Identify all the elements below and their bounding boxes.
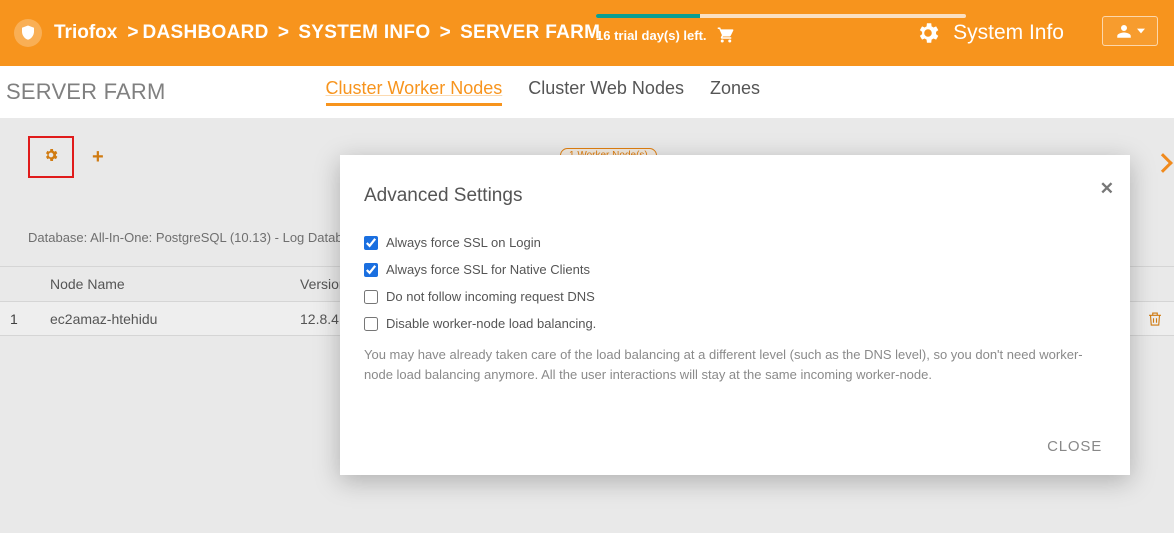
user-icon (1115, 22, 1133, 40)
chevron-down-icon (1137, 27, 1145, 35)
checkbox-no-follow-dns[interactable] (364, 290, 378, 304)
option-label: Do not follow incoming request DNS (386, 289, 595, 304)
option-label: Disable worker-node load balancing. (386, 316, 596, 331)
breadcrumb-sep: > (273, 22, 295, 44)
breadcrumb-system-info[interactable]: SYSTEM INFO (298, 22, 430, 44)
option-label: Always force SSL for Native Clients (386, 262, 590, 277)
checkbox-disable-load-balancing[interactable] (364, 317, 378, 331)
breadcrumb-dashboard[interactable]: DASHBOARD (142, 22, 268, 44)
content-toolbar: + (28, 136, 104, 178)
database-info-text: Database: All-In-One: PostgreSQL (10.13)… (28, 230, 367, 245)
modal-title: Advanced Settings (364, 185, 1106, 207)
breadcrumb-server-farm[interactable]: SERVER FARM (460, 22, 600, 44)
trial-progress-fill (596, 14, 700, 18)
breadcrumb-sep: > (434, 22, 456, 44)
trial-status: 16 trial day(s) left. (596, 14, 936, 44)
option-force-ssl-login[interactable]: Always force SSL on Login (364, 235, 1106, 250)
col-node-name: Node Name (40, 276, 290, 292)
option-help-text: You may have already taken care of the l… (364, 345, 1106, 385)
checkbox-force-ssl-login[interactable] (364, 236, 378, 250)
gear-icon (43, 147, 59, 168)
trial-days-text: 16 trial day(s) left. (596, 28, 707, 43)
page-title: SERVER FARM (6, 79, 166, 105)
modal-close-x[interactable]: ✕ (1100, 179, 1114, 199)
gear-icon (915, 20, 941, 46)
system-info-label: System Info (953, 21, 1064, 45)
option-no-follow-dns[interactable]: Do not follow incoming request DNS (364, 289, 1106, 304)
tab-cluster-worker-nodes[interactable]: Cluster Worker Nodes (326, 78, 503, 106)
user-menu[interactable] (1102, 16, 1158, 46)
trial-progress-track (596, 14, 966, 18)
checkbox-force-ssl-native[interactable] (364, 263, 378, 277)
system-info-link[interactable]: System Info (915, 0, 1064, 66)
trash-icon[interactable] (1146, 310, 1164, 328)
cart-icon[interactable] (717, 26, 735, 44)
breadcrumb-sep: > (127, 22, 138, 44)
settings-button-highlighted[interactable] (28, 136, 74, 178)
brand-name: Triofox (54, 22, 117, 44)
modal-close-button[interactable]: CLOSE (1043, 432, 1106, 461)
scroll-right-chevron-icon[interactable] (1153, 153, 1173, 173)
top-bar: Triofox > DASHBOARD > SYSTEM INFO > SERV… (0, 0, 1174, 66)
cell-node-name: ec2amaz-htehidu (40, 311, 290, 327)
sub-bar: SERVER FARM Cluster Worker Nodes Cluster… (0, 66, 1174, 118)
option-label: Always force SSL on Login (386, 235, 541, 250)
tab-cluster-web-nodes[interactable]: Cluster Web Nodes (528, 78, 684, 106)
option-force-ssl-native[interactable]: Always force SSL for Native Clients (364, 262, 1106, 277)
brand-logo (14, 19, 42, 47)
add-node-button[interactable]: + (92, 146, 104, 169)
option-disable-load-balancing[interactable]: Disable worker-node load balancing. (364, 316, 1106, 331)
row-index: 1 (0, 311, 40, 327)
modal-footer: CLOSE (364, 432, 1106, 461)
tab-zones[interactable]: Zones (710, 78, 760, 106)
advanced-settings-modal: ✕ Advanced Settings Always force SSL on … (340, 155, 1130, 475)
tab-strip: Cluster Worker Nodes Cluster Web Nodes Z… (326, 78, 761, 106)
